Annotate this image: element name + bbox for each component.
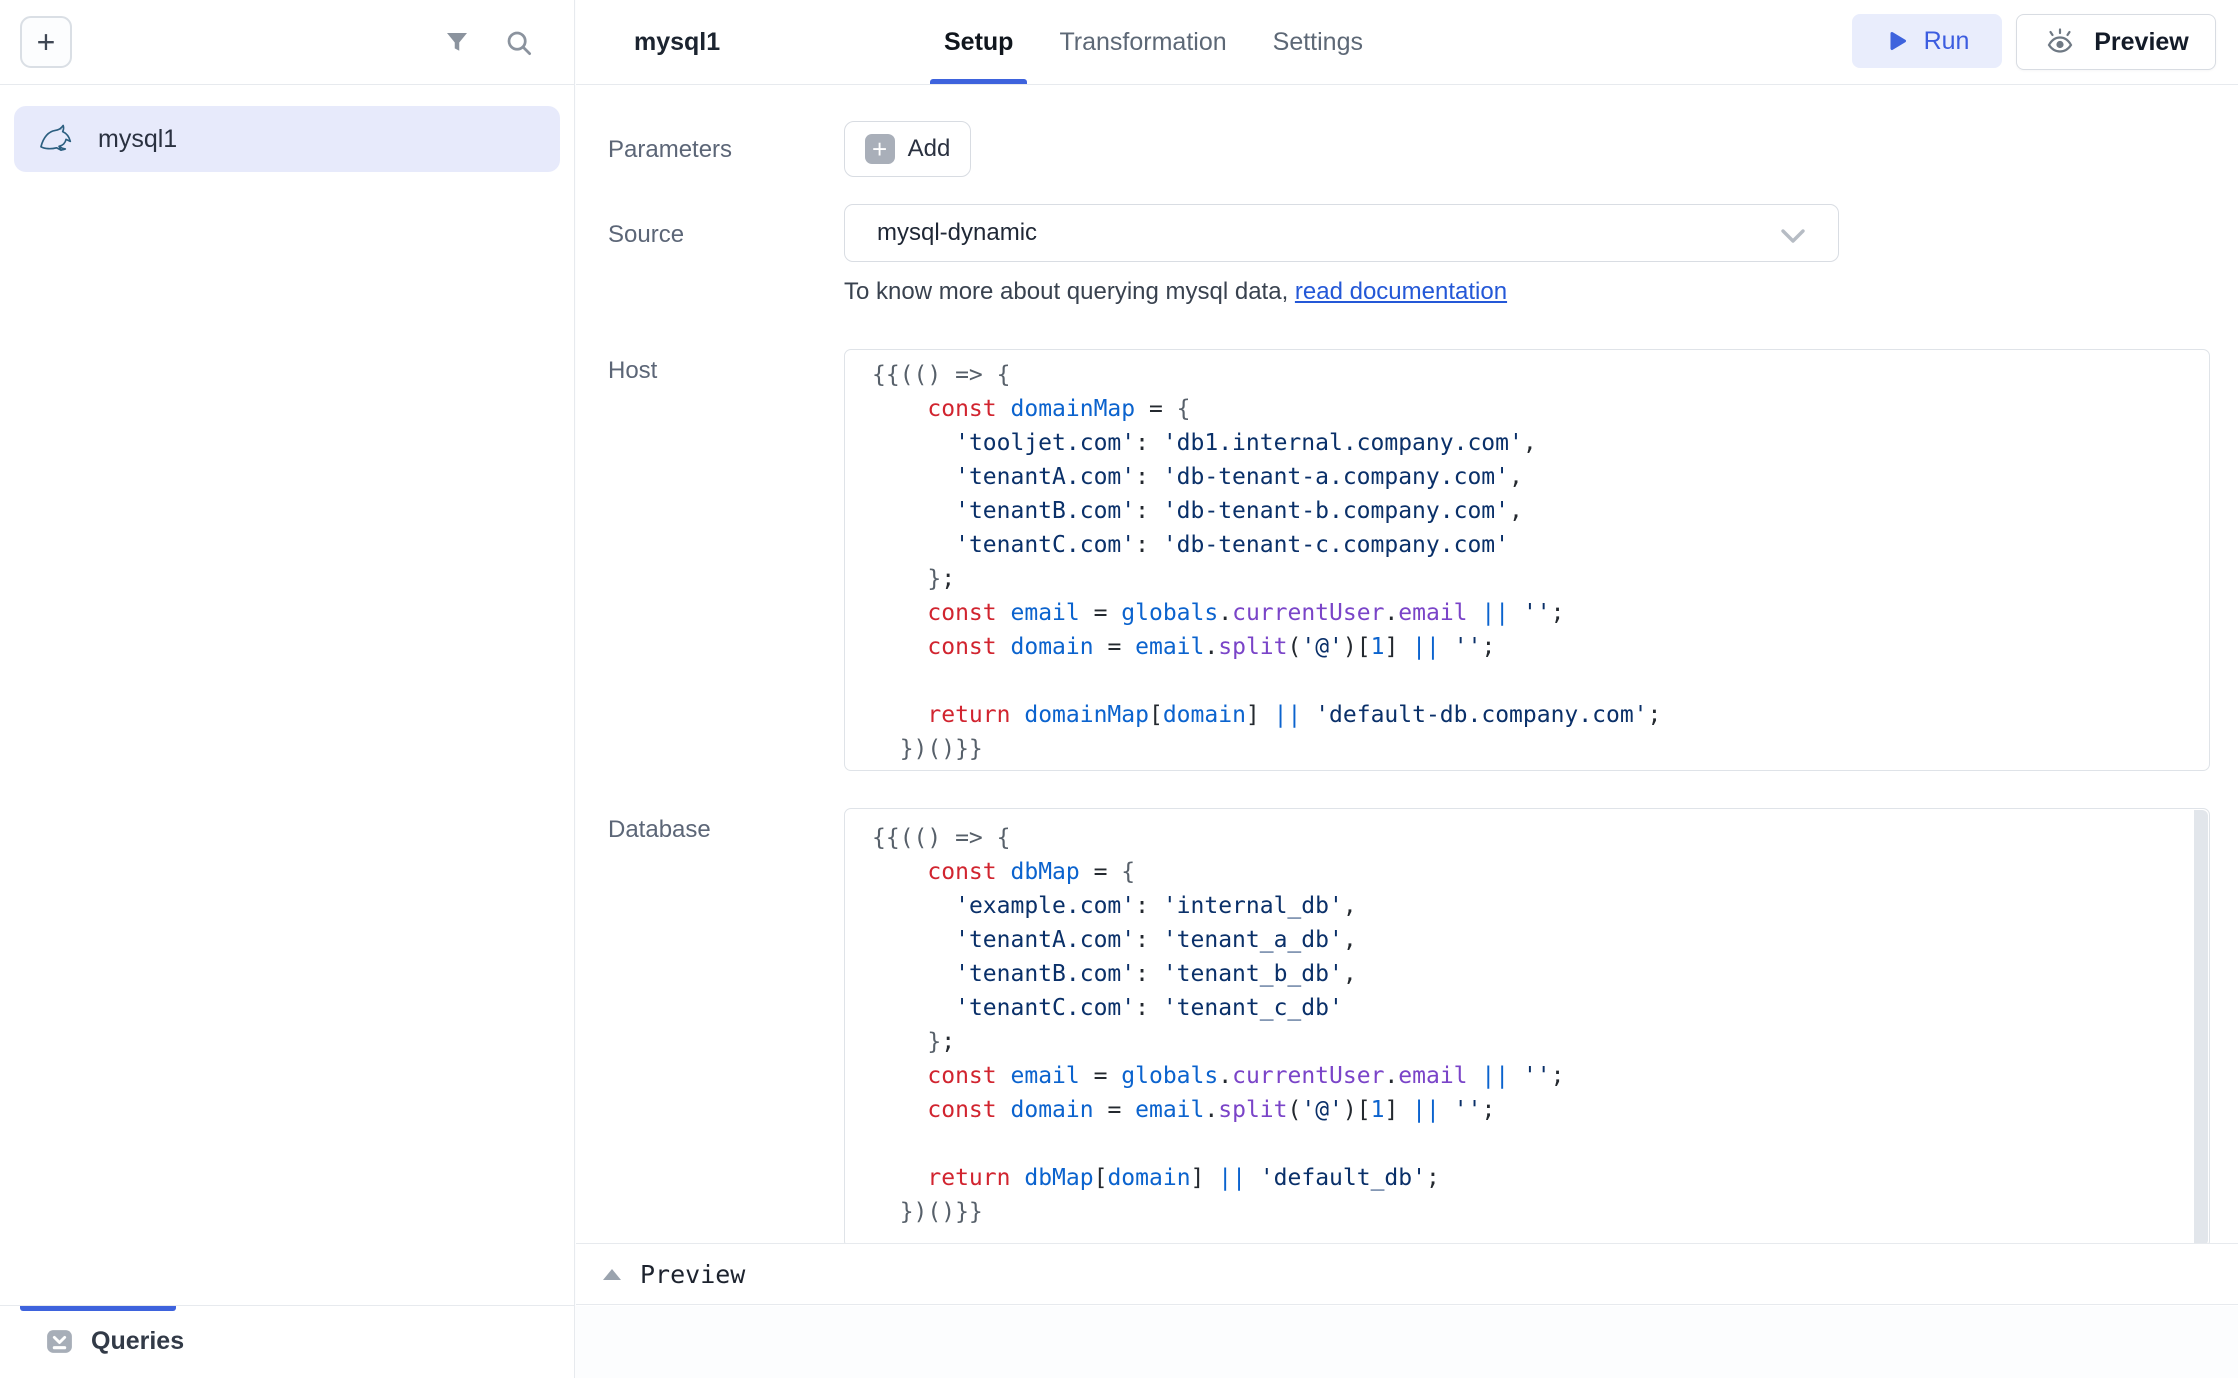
active-panel-indicator xyxy=(20,1306,176,1311)
sidebar-footer: Queries xyxy=(0,1305,574,1378)
mysql-dolphin-icon xyxy=(38,122,76,156)
host-label: Host xyxy=(608,349,844,771)
query-editor-panel: mysql1 Setup Transformation Settings Run xyxy=(576,0,2238,1378)
run-label: Run xyxy=(1924,27,1970,56)
editor-scrollbar[interactable] xyxy=(2194,810,2208,1246)
query-list-toolbar-icons xyxy=(440,26,536,60)
plus-square-icon: + xyxy=(865,134,895,164)
queries-panel-toggle[interactable]: Queries xyxy=(0,1306,574,1357)
collapse-up-icon xyxy=(603,1269,621,1280)
query-list-toolbar: + xyxy=(0,0,574,85)
source-select-value: mysql-dynamic xyxy=(877,219,1037,247)
filter-icon[interactable] xyxy=(440,26,474,60)
add-query-button[interactable]: + xyxy=(20,16,72,68)
host-code-editor[interactable]: {{(() => { const domainMap = { 'tooljet.… xyxy=(844,349,2210,771)
source-help-text: To know more about querying mysql data, … xyxy=(844,278,2210,306)
eye-icon xyxy=(2043,26,2077,58)
header-actions: Run Preview xyxy=(1852,14,2216,70)
query-editor-header: mysql1 Setup Transformation Settings Run xyxy=(576,0,2238,85)
preview-panel-label: Preview xyxy=(640,1260,745,1289)
tab-settings[interactable]: Settings xyxy=(1273,0,1363,84)
source-label: Source xyxy=(608,204,844,306)
host-row: Host {{(() => { const domainMap = { 'too… xyxy=(608,349,2210,771)
query-list: mysql1 xyxy=(0,85,574,193)
query-list-sidebar: + xyxy=(0,0,575,1378)
tab-transformation[interactable]: Transformation xyxy=(1059,0,1226,84)
database-row: Database {{(() => { const dbMap = { 'exa… xyxy=(608,808,2210,1248)
preview-button-label: Preview xyxy=(2094,28,2189,57)
chevron-down-icon xyxy=(1780,224,1806,252)
plus-icon: + xyxy=(37,26,56,58)
queries-label: Queries xyxy=(91,1327,184,1356)
add-parameter-button[interactable]: + Add xyxy=(844,121,971,177)
parameters-label: Parameters xyxy=(608,121,844,177)
source-row: Source mysql-dynamic To know more about … xyxy=(608,204,2210,306)
bottom-strip xyxy=(576,1306,2238,1378)
editor-tabs: Setup Transformation Settings xyxy=(944,0,1363,84)
add-parameter-label: Add xyxy=(908,135,951,163)
query-list-item-mysql1[interactable]: mysql1 xyxy=(14,106,560,172)
bottom-panel-icon xyxy=(44,1326,75,1357)
query-item-label: mysql1 xyxy=(98,125,177,154)
database-code-editor[interactable]: {{(() => { const dbMap = { 'example.com'… xyxy=(844,808,2210,1248)
run-button[interactable]: Run xyxy=(1852,14,2002,68)
read-documentation-link[interactable]: read documentation xyxy=(1295,278,1507,305)
search-icon[interactable] xyxy=(502,26,536,60)
preview-panel-toggle[interactable]: Preview xyxy=(576,1243,2238,1305)
preview-button[interactable]: Preview xyxy=(2016,14,2216,70)
play-icon xyxy=(1885,29,1909,53)
database-label: Database xyxy=(608,808,844,1248)
app-root: + xyxy=(0,0,2238,1378)
tab-setup[interactable]: Setup xyxy=(944,0,1013,84)
parameters-row: Parameters + Add xyxy=(608,121,2210,177)
query-title: mysql1 xyxy=(634,28,722,57)
source-select[interactable]: mysql-dynamic xyxy=(844,204,1839,262)
query-setup-form: Parameters + Add Source mysql-dynamic xyxy=(576,121,2238,1248)
